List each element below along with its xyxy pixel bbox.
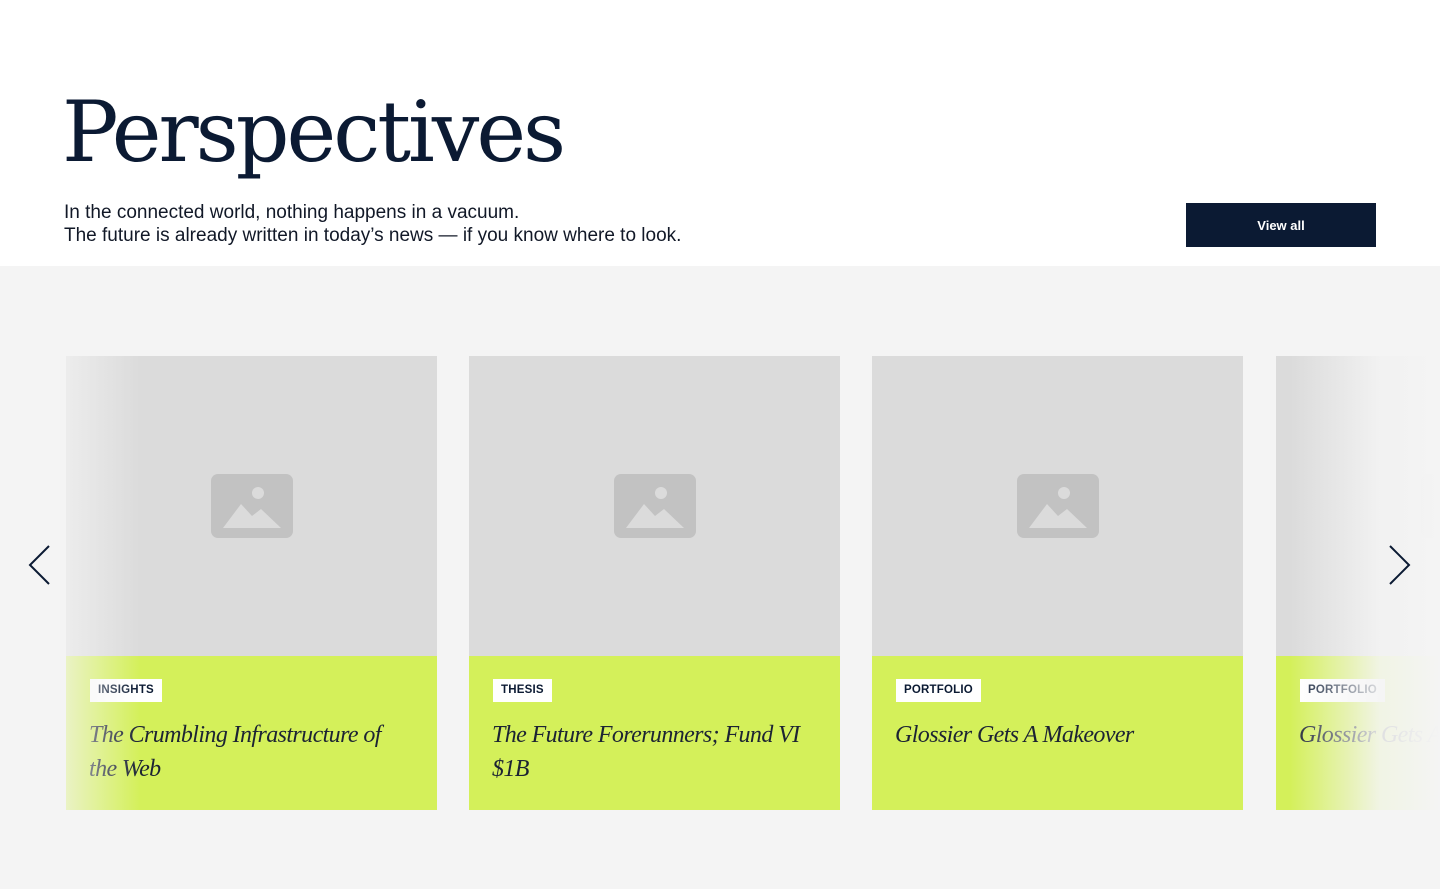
page-title: Perspectives — [62, 83, 566, 181]
card-info: PORTFOLIO Glossier Gets A Makeover — [872, 656, 1243, 810]
image-placeholder-icon — [614, 474, 696, 538]
card-image — [66, 356, 437, 656]
card-image — [872, 356, 1243, 656]
image-placeholder-icon — [1421, 474, 1440, 538]
page-subtitle: In the connected world, nothing happens … — [64, 201, 681, 247]
card-title[interactable]: The Crumbling Infrastructure of the Web — [89, 718, 409, 786]
card-image — [469, 356, 840, 656]
card-title[interactable]: The Future Forerunners; Fund VI $1B — [492, 718, 812, 786]
card-title[interactable]: Glossier Gets A Makeover — [895, 718, 1215, 752]
image-placeholder-icon — [211, 474, 293, 538]
subtitle-line-2: The future is already written in today’s… — [64, 225, 682, 246]
image-placeholder-icon — [1017, 474, 1099, 538]
chevron-right-icon[interactable] — [1388, 544, 1412, 586]
card-category-tag[interactable]: PORTFOLIO — [896, 679, 981, 702]
article-card[interactable]: PORTFOLIO Glossier Gets A Makeover — [872, 356, 1243, 810]
card-category-tag[interactable]: PORTFOLIO — [1300, 679, 1385, 702]
subtitle-line-1: In the connected world, nothing happens … — [64, 202, 520, 223]
card-title[interactable]: Glossier Gets A Makeover — [1299, 718, 1440, 752]
card-info: PORTFOLIO Glossier Gets A Makeover — [1276, 656, 1440, 810]
article-card[interactable]: INSIGHTS The Crumbling Infrastructure of… — [66, 356, 437, 810]
card-category-tag[interactable]: THESIS — [493, 679, 552, 702]
chevron-left-icon[interactable] — [27, 544, 51, 586]
article-card[interactable]: THESIS The Future Forerunners; Fund VI $… — [469, 356, 840, 810]
card-category-tag[interactable]: INSIGHTS — [90, 679, 162, 702]
card-info: THESIS The Future Forerunners; Fund VI $… — [469, 656, 840, 810]
card-image — [1276, 356, 1440, 656]
card-info: INSIGHTS The Crumbling Infrastructure of… — [66, 656, 437, 810]
article-card[interactable]: PORTFOLIO Glossier Gets A Makeover — [1276, 356, 1440, 810]
view-all-button[interactable]: View all — [1186, 203, 1376, 247]
perspectives-header: Perspectives In the connected world, not… — [0, 0, 1440, 266]
perspectives-carousel: INSIGHTS The Crumbling Infrastructure of… — [0, 266, 1440, 889]
